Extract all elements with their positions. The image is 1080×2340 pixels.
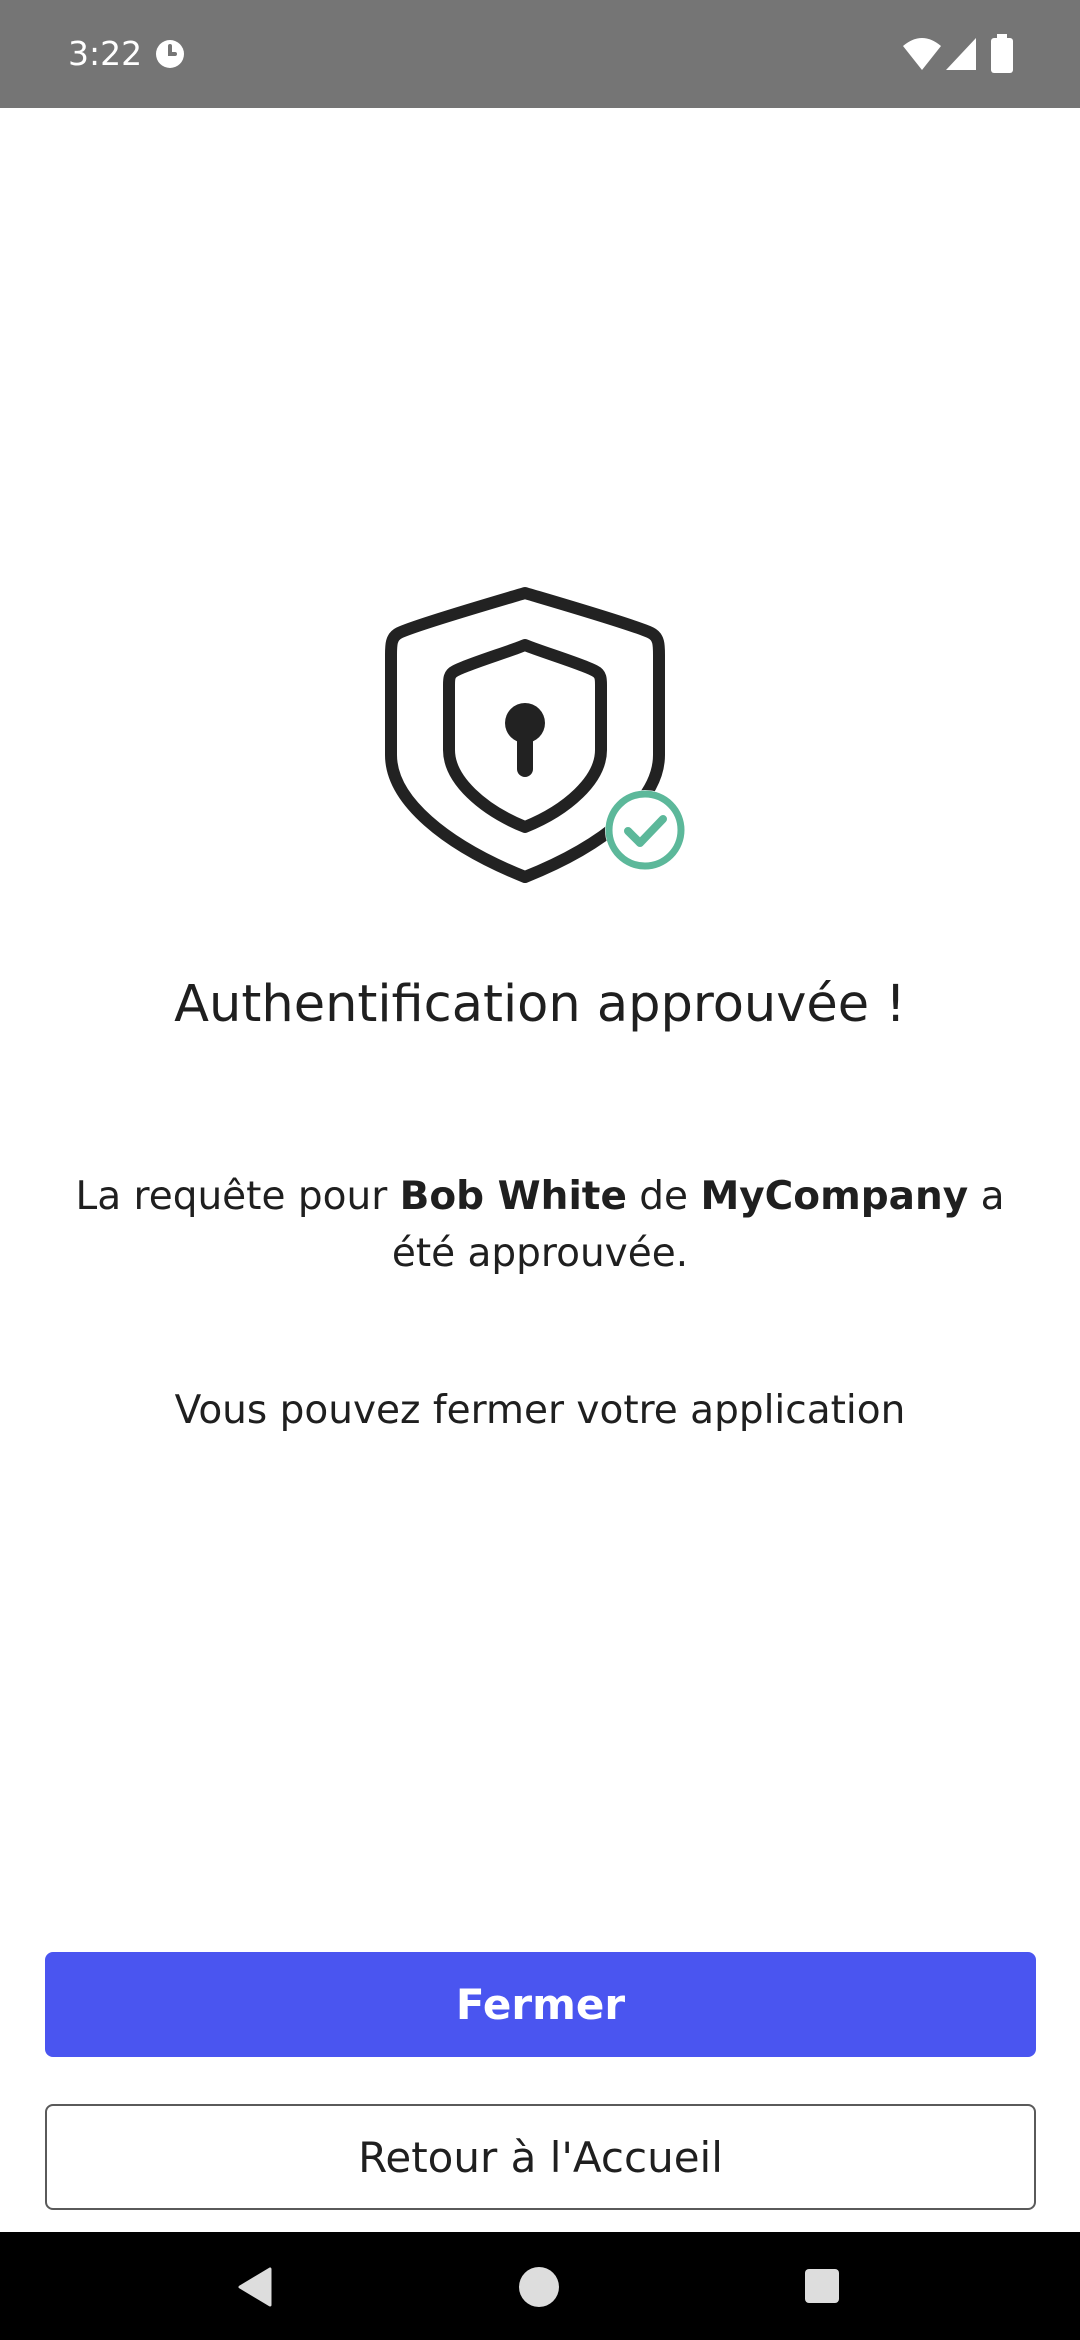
message-user: Bob White	[399, 1174, 627, 1219]
approval-message: La requête pour Bob White de MyCompany a…	[60, 1168, 1020, 1282]
status-time: 3:22	[68, 34, 143, 73]
page-title: Authentification approuvée !	[174, 975, 906, 1034]
message-company: MyCompany	[700, 1174, 969, 1219]
message-prefix: La requête pour	[75, 1174, 400, 1219]
message-middle: de	[626, 1174, 701, 1219]
close-app-hint: Vous pouvez fermer votre application	[174, 1388, 906, 1433]
close-button[interactable]: Fermer	[45, 1952, 1036, 2057]
cell-signal-icon	[946, 38, 976, 70]
back-to-home-button[interactable]: Retour à l'Accueil	[45, 2104, 1036, 2210]
close-button-label: Fermer	[455, 1980, 626, 2029]
home-circle-icon[interactable]	[518, 2266, 560, 2308]
back-to-home-button-label: Retour à l'Accueil	[358, 2132, 723, 2182]
status-bar: 3:22	[0, 0, 1080, 108]
wifi-icon	[903, 38, 941, 70]
approved-illustration	[385, 585, 695, 885]
recents-square-icon[interactable]	[804, 2268, 840, 2304]
back-triangle-icon[interactable]	[236, 2266, 276, 2308]
check-circle-icon	[605, 790, 685, 870]
clock-badge-icon	[156, 40, 184, 68]
app-screen: 3:22 Authentification approuvée ! La req…	[0, 0, 1080, 2340]
battery-icon	[991, 34, 1013, 73]
